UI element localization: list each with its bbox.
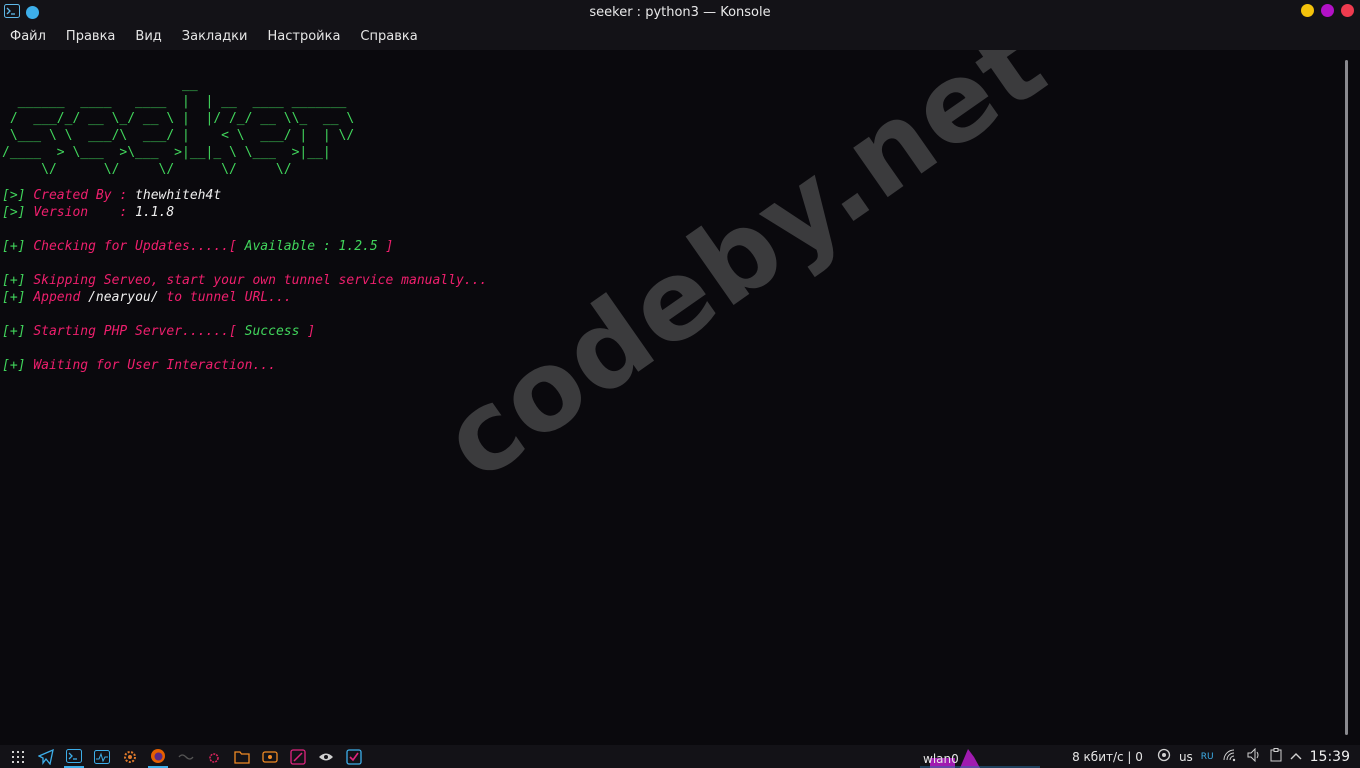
line-label: Checking for Updates.....	[33, 239, 229, 254]
append-path: /nearyou/	[88, 290, 159, 305]
line-prefix: [>]	[2, 188, 26, 203]
line-label: Append	[33, 290, 81, 305]
bug-icon[interactable]	[204, 747, 224, 767]
created-by-line: [>] Created By : thewhiteh4t	[2, 188, 487, 205]
pin-icon[interactable]	[26, 6, 39, 19]
menu-settings[interactable]: Настройка	[257, 24, 350, 50]
clock[interactable]: 15:39	[1310, 749, 1350, 765]
window-controls	[1301, 4, 1354, 17]
konsole-app-icon[interactable]	[4, 3, 20, 22]
line-prefix: [+]	[2, 324, 26, 339]
line-prefix: [+]	[2, 273, 26, 288]
terminal-output[interactable]: __ ______ ____ ____ | | __ ____ _______ …	[0, 50, 1342, 745]
seeker-ascii-logo: __ ______ ____ ____ | | __ ____ _______ …	[2, 77, 355, 177]
maximize-button[interactable]	[1321, 4, 1334, 17]
line-prefix: [+]	[2, 239, 26, 254]
spy-icon[interactable]	[1157, 748, 1171, 765]
version-line: [>] Version : 1.1.8	[2, 205, 487, 222]
eye-icon[interactable]	[316, 747, 336, 767]
line-text: Skipping Serveo, start your own tunnel s…	[33, 273, 488, 288]
keyboard-layout[interactable]: us	[1179, 750, 1193, 764]
text-editor-icon[interactable]	[288, 747, 308, 767]
checkbox-app-icon[interactable]	[344, 747, 364, 767]
menu-help[interactable]: Справка	[350, 24, 427, 50]
clipboard-icon[interactable]	[1270, 748, 1282, 765]
tray-expand-icon[interactable]	[1290, 750, 1302, 764]
title-bar-left	[4, 3, 39, 22]
line-text: to tunnel URL...	[166, 290, 292, 305]
bracket-close: ]	[385, 239, 394, 254]
serveo-line: [+] Skipping Serveo, start your own tunn…	[2, 273, 487, 290]
line-label: Starting PHP Server......	[33, 324, 229, 339]
waiting-line: [+] Waiting for User Interaction...	[2, 358, 487, 375]
wifi-icon[interactable]	[1222, 748, 1238, 765]
folder-icon[interactable]	[232, 747, 252, 767]
updates-status: Available : 1.2.5	[244, 239, 378, 254]
konsole-task-icon[interactable]	[64, 746, 84, 768]
firefox-icon[interactable]	[148, 746, 168, 768]
line-text: Waiting for User Interaction...	[33, 358, 276, 373]
system-tray: 8 кбит/с | 0 us RU 15:39	[1072, 745, 1360, 768]
line-label: Created By :	[33, 188, 128, 203]
terminal-lines: [>] Created By : thewhiteh4t [>] Version…	[2, 188, 487, 375]
scrollbar-thumb[interactable]	[1345, 60, 1348, 735]
line-prefix: [+]	[2, 358, 26, 373]
bracket-close: ]	[307, 324, 316, 339]
minimize-button[interactable]	[1301, 4, 1314, 17]
network-speed: 8 кбит/с | 0	[1072, 749, 1143, 764]
menu-file[interactable]: Файл	[0, 24, 56, 50]
screen-recorder-icon[interactable]	[260, 747, 280, 767]
bracket-open: [	[228, 324, 237, 339]
title-bar: seeker : python3 — Konsole	[0, 0, 1360, 24]
append-line: [+] Append /nearyou/ to tunnel URL...	[2, 290, 487, 307]
bracket-open: [	[228, 239, 237, 254]
system-monitor-icon[interactable]	[92, 747, 112, 767]
updates-line: [+] Checking for Updates.....[ Available…	[2, 239, 487, 256]
wave-app-icon[interactable]	[176, 747, 196, 767]
network-interface-label: wlan0	[923, 752, 959, 766]
volume-icon[interactable]	[1246, 747, 1262, 765]
line-prefix: [+]	[2, 290, 26, 305]
terminal-scrollbar[interactable]	[1342, 50, 1360, 745]
settings-gear-icon[interactable]	[120, 747, 140, 767]
menu-bookmarks[interactable]: Закладки	[172, 24, 258, 50]
watermark: codeby.net	[420, 50, 1069, 505]
window-title: seeker : python3 — Konsole	[589, 4, 771, 20]
menu-bar: Файл Правка Вид Закладки Настройка Справ…	[0, 24, 1360, 50]
telegram-icon[interactable]	[36, 747, 56, 767]
line-label: Version :	[33, 205, 128, 220]
taskbar: wlan0 8 кбит/с | 0 us RU 15:39	[0, 745, 1360, 768]
menu-edit[interactable]: Правка	[56, 24, 125, 50]
php-server-line: [+] Starting PHP Server......[ Success ]	[2, 324, 487, 341]
locale-badge[interactable]: RU	[1201, 752, 1214, 762]
close-button[interactable]	[1341, 4, 1354, 17]
author-value: thewhiteh4t	[135, 188, 222, 203]
line-prefix: [>]	[2, 205, 26, 220]
version-value: 1.1.8	[135, 205, 175, 220]
php-status: Success	[244, 324, 300, 339]
menu-view[interactable]: Вид	[125, 24, 171, 50]
app-launcher-icon[interactable]	[8, 747, 28, 767]
